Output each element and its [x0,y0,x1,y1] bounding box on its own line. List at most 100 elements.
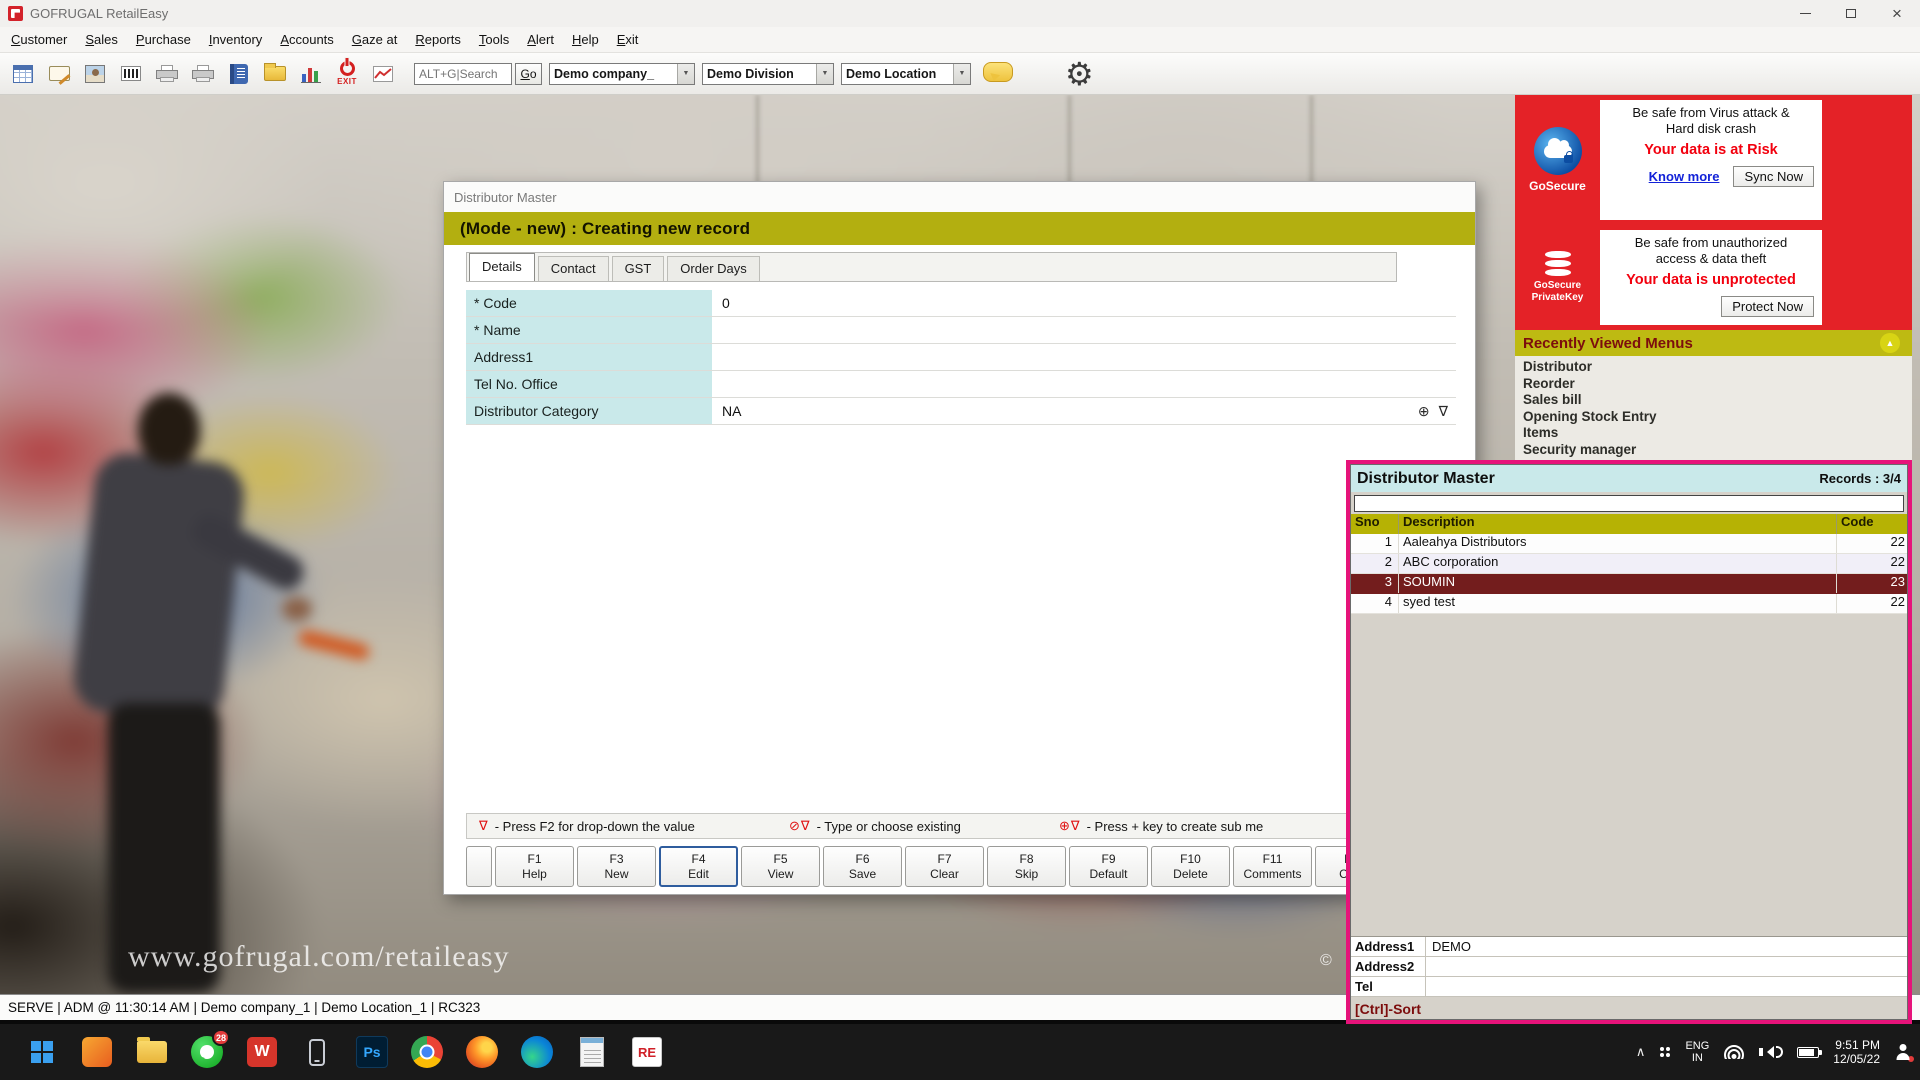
column-description[interactable]: Description [1399,514,1837,534]
taskbar-app-firefox[interactable] [462,1030,502,1074]
address1-field[interactable] [714,344,1456,370]
tel-office-field[interactable] [714,371,1456,397]
column-sno[interactable]: Sno [1351,514,1399,534]
table-row[interactable]: 4 syed test 22 [1351,594,1907,614]
taskbar-app-chrome[interactable] [407,1030,447,1074]
bar-chart-icon[interactable] [296,57,326,91]
taskbar-app-wps-writer[interactable]: W [242,1030,282,1074]
f11-comments-button[interactable]: F11Comments [1233,846,1312,887]
menu-help[interactable]: Help [563,28,608,51]
taskbar-app-retaileasy[interactable]: RE [627,1030,667,1074]
name-field[interactable] [714,317,1456,343]
search-input[interactable] [414,63,512,85]
taskbar-app-edge[interactable] [517,1030,557,1074]
menu-tools[interactable]: Tools [470,28,518,51]
gear-icon[interactable]: ⚙ [1065,58,1094,90]
minimize-button[interactable] [1782,0,1828,27]
volume-icon[interactable] [1759,1046,1783,1058]
f7-clear-button[interactable]: F7Clear [905,846,984,887]
column-code[interactable]: Code [1837,514,1907,534]
recent-item-security-manager[interactable]: Security manager [1523,442,1912,459]
dropdown-arrow-icon[interactable]: ▼ [677,64,694,84]
distributor-category-field[interactable]: NA ⊕ ∇ [714,398,1456,424]
blank-key-button[interactable] [466,846,492,887]
f3-new-button[interactable]: F3New [577,846,656,887]
f1-help-button[interactable]: F1Help [495,846,574,887]
f5-view-button[interactable]: F5View [741,846,820,887]
menu-inventory[interactable]: Inventory [200,28,272,51]
ledger-book-icon[interactable] [224,57,254,91]
recent-item-reorder[interactable]: Reorder [1523,376,1912,393]
know-more-link[interactable]: Know more [1649,169,1720,184]
recent-item-distributor[interactable]: Distributor [1523,359,1912,376]
table-row[interactable]: 1 Aaleahya Distributors 22 [1351,534,1907,554]
tab-contact[interactable]: Contact [538,256,609,281]
collapse-chevron-icon[interactable]: ▲ [1880,333,1900,353]
menu-exit[interactable]: Exit [608,28,648,51]
form-row-distributor-category: Distributor Category NA ⊕ ∇ [466,398,1456,425]
barcode-icon[interactable] [116,57,146,91]
code-field[interactable]: 0 [714,290,1456,316]
add-subcategory-icon[interactable]: ⊕ [1418,403,1430,420]
taskbar-app-office[interactable] [77,1030,117,1074]
fax-printer-icon[interactable] [188,57,218,91]
payment-card-icon[interactable] [44,57,74,91]
form-row-code: * Code 0 [466,290,1456,317]
customer-photo-icon[interactable] [80,57,110,91]
sync-now-button[interactable]: Sync Now [1733,166,1814,187]
menu-sales[interactable]: Sales [76,28,127,51]
f8-skip-button[interactable]: F8Skip [987,846,1066,887]
wps-writer-icon: W [247,1037,277,1067]
taskbar-app-your-phone[interactable] [297,1030,337,1074]
protect-now-button[interactable]: Protect Now [1721,296,1814,317]
tray-app-icon[interactable] [1659,1046,1671,1058]
menu-gaze-at[interactable]: Gaze at [343,28,407,51]
taskbar-app-photoshop[interactable]: Ps [352,1030,392,1074]
folder-icon[interactable] [260,57,290,91]
menu-customer[interactable]: Customer [2,28,76,51]
dropdown-arrow-icon[interactable]: ▼ [953,64,970,84]
tab-details[interactable]: Details [469,253,535,281]
battery-icon[interactable] [1797,1047,1819,1058]
f10-delete-button[interactable]: F10Delete [1151,846,1230,887]
records-count: Records : 3/4 [1819,471,1901,486]
location-dropdown[interactable]: Demo Location ▼ [841,63,971,85]
chat-bubble-icon[interactable] [983,62,1013,86]
taskbar-clock[interactable]: 9:51 PM 12/05/22 [1833,1038,1880,1066]
wifi-icon[interactable] [1723,1045,1745,1059]
f6-save-button[interactable]: F6Save [823,846,902,887]
menu-accounts[interactable]: Accounts [271,28,342,51]
tab-gst[interactable]: GST [612,256,665,281]
gosecure-backup-message: Be safe from Virus attack & Hard disk cr… [1600,100,1822,220]
table-row[interactable]: 2 ABC corporation 22 [1351,554,1907,574]
picker-search-input[interactable] [1354,495,1904,512]
billing-grid-icon[interactable] [8,57,38,91]
taskbar-app-whatsapp[interactable]: 28 [187,1030,227,1074]
go-button[interactable]: Go [515,63,542,85]
recent-item-items[interactable]: Items [1523,425,1912,442]
table-row-selected[interactable]: 3 SOUMIN 23 [1351,574,1907,594]
language-indicator[interactable]: ENGIN [1685,1040,1709,1064]
recent-item-sales-bill[interactable]: Sales bill [1523,392,1912,409]
start-button[interactable] [22,1030,62,1074]
menu-purchase[interactable]: Purchase [127,28,200,51]
recent-item-opening-stock[interactable]: Opening Stock Entry [1523,409,1912,426]
menu-reports[interactable]: Reports [406,28,470,51]
maximize-button[interactable] [1828,0,1874,27]
close-button[interactable]: × [1874,0,1920,27]
exit-power-icon[interactable]: EXIT [332,57,362,91]
taskbar-app-file-explorer[interactable] [132,1030,172,1074]
menu-alert[interactable]: Alert [518,28,563,51]
division-dropdown[interactable]: Demo Division ▼ [702,63,834,85]
f9-default-button[interactable]: F9Default [1069,846,1148,887]
notification-user-icon[interactable] [1894,1043,1912,1061]
printer-icon[interactable] [152,57,182,91]
tray-expand-chevron[interactable]: ∧ [1636,1044,1646,1060]
dropdown-arrow-icon[interactable]: ▼ [816,64,833,84]
tab-order-days[interactable]: Order Days [667,256,759,281]
company-dropdown[interactable]: Demo company_ ▼ [549,63,695,85]
dropdown-triangle-icon[interactable]: ∇ [1439,403,1448,420]
f4-edit-button[interactable]: F4Edit [659,846,738,887]
taskbar-app-notepad[interactable] [572,1030,612,1074]
line-chart-icon[interactable] [368,57,398,91]
